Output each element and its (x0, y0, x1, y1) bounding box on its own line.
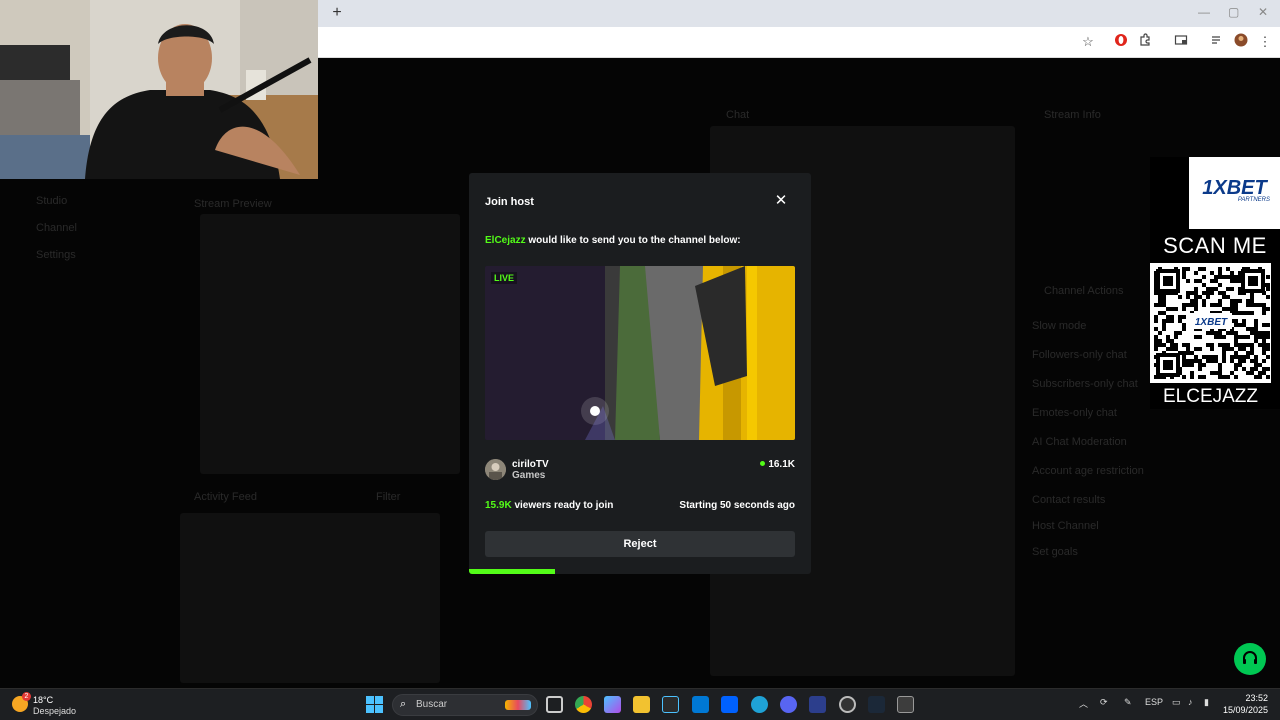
action-item[interactable]: Subscribers-only chat (1032, 378, 1138, 390)
channel-preview-thumbnail[interactable]: LIVE (485, 266, 795, 440)
support-chat-icon[interactable] (1234, 643, 1266, 675)
action-item[interactable]: AI Chat Moderation (1032, 436, 1127, 448)
sidebar-item-studio[interactable]: Studio (36, 195, 67, 207)
calculator-icon[interactable] (897, 696, 914, 713)
sponsor-logo-sub: PARTNERS (1237, 197, 1270, 203)
chat-label: Chat (726, 109, 750, 121)
new-tab-button[interactable]: + (328, 4, 346, 22)
webcam-overlay (0, 0, 318, 179)
language-indicator[interactable]: ESP (1145, 697, 1163, 707)
dropbox-icon[interactable] (721, 696, 738, 713)
browser-menu-icon[interactable]: ⋮ (1256, 33, 1274, 51)
windows-start-icon[interactable] (366, 696, 383, 713)
system-clock[interactable]: 23:52 15/09/2025 (1223, 692, 1268, 716)
outlook-icon[interactable] (692, 696, 709, 713)
discord-icon[interactable] (780, 696, 797, 713)
taskbar-search-input[interactable]: ⌕ Buscar (392, 694, 538, 716)
stream-info-label: Stream Info (1044, 109, 1101, 121)
action-item[interactable]: Contact results (1032, 494, 1105, 506)
modal-title: Join host (485, 196, 534, 208)
stream-preview (200, 214, 460, 474)
qr-code: 1XBET (1150, 263, 1271, 383)
media-queue-icon[interactable] (1208, 33, 1226, 51)
sidebar-item-settings[interactable]: Settings (36, 249, 76, 261)
tray-overflow-icon[interactable]: ︿ (1079, 697, 1088, 710)
host-name-link[interactable]: ElCejazz (485, 235, 526, 246)
activity-filter[interactable]: Filter (376, 491, 400, 503)
starting-text: Starting 50 seconds ago (679, 500, 795, 511)
streamer-name-label: ELCEJAZZ (1162, 386, 1259, 407)
bookmark-star-icon[interactable]: ☆ (1079, 33, 1097, 51)
action-item[interactable]: Followers-only chat (1032, 349, 1127, 361)
host-message-text: would like to send you to the channel be… (528, 235, 741, 246)
edge-icon[interactable] (751, 696, 768, 713)
activity-feed (180, 513, 440, 683)
live-viewer-count: 16.1K (760, 459, 795, 470)
ready-count: 15.9K (485, 500, 512, 511)
screen: Studio Channel Settings Stream Preview A… (0, 0, 1280, 720)
search-highlight-icon (505, 700, 531, 710)
channel-avatar (485, 459, 506, 480)
browser-tabstrip: + — ▢ ✕ (318, 0, 1280, 27)
tray-sync-icon[interactable]: ⟳ (1100, 697, 1108, 708)
search-icon: ⌕ (400, 698, 407, 710)
activity-feed-label: Activity Feed (194, 491, 257, 503)
join-host-modal: Join host ✕ ElCejazz would like to send … (469, 173, 811, 574)
sidebar-item-channel[interactable]: Channel (36, 222, 77, 234)
action-item[interactable]: Emotes-only chat (1032, 407, 1117, 419)
network-icon[interactable]: ▭ (1172, 697, 1181, 708)
profile-avatar[interactable] (1232, 33, 1250, 51)
host-message: ElCejazz would like to send you to the c… (485, 235, 741, 246)
copilot-icon[interactable] (604, 696, 621, 713)
qr-inner-label: 1XBET (1195, 317, 1228, 328)
maximize-button[interactable]: ▢ (1228, 5, 1239, 19)
close-window-button[interactable]: ✕ (1258, 5, 1268, 19)
scan-me-label: SCAN ME (1163, 233, 1267, 258)
minimize-button[interactable]: — (1198, 5, 1210, 19)
steam-icon[interactable] (868, 696, 885, 713)
countdown-progress-fill (469, 569, 555, 574)
browser-toolbar: ☆ ⋮ (318, 27, 1280, 58)
task-view-icon[interactable] (546, 696, 563, 713)
channel-actions-label: Channel Actions (1044, 285, 1124, 297)
clock-time: 23:52 (1245, 693, 1268, 703)
volume-icon[interactable]: ♪ (1188, 697, 1193, 707)
ready-suffix: viewers ready to join (514, 500, 614, 511)
live-badge: LIVE (491, 272, 518, 284)
cast-icon[interactable] (1172, 33, 1190, 51)
file-explorer-icon[interactable] (633, 696, 650, 713)
tray-pen-icon[interactable]: ✎ (1124, 697, 1132, 708)
app-icon[interactable] (809, 696, 826, 713)
action-item[interactable]: Host Channel (1032, 520, 1099, 532)
chrome-icon[interactable] (575, 696, 592, 713)
weather-desc: Despejado (33, 706, 77, 716)
sponsor-qr-panel: 1XBET PARTNERS SCAN ME 1XBET ELCEJAZZ (1150, 157, 1280, 409)
channel-category[interactable]: Games (512, 470, 545, 481)
weather-alert-badge: 2 (22, 692, 31, 701)
reject-button[interactable]: Reject (485, 531, 795, 557)
action-item[interactable]: Account age restriction (1032, 465, 1144, 477)
obs-icon[interactable] (839, 696, 856, 713)
extensions-puzzle-icon[interactable] (1136, 33, 1154, 51)
stream-preview-label: Stream Preview (194, 198, 272, 210)
countdown-progress-bar (469, 569, 811, 574)
viewer-count-value: 16.1K (768, 459, 795, 470)
windows-taskbar: 2 18°C Despejado ⌕ Buscar ︿ ⟳ ✎ ESP ▭ ♪ … (0, 688, 1280, 720)
live-dot-icon (760, 461, 766, 466)
opera-extension-icon[interactable] (1112, 33, 1130, 51)
search-placeholder: Buscar (416, 699, 448, 710)
clock-date: 15/09/2025 (1222, 705, 1268, 715)
preview-image (485, 266, 795, 440)
battery-icon[interactable]: ▮ (1204, 697, 1209, 708)
ready-viewers: 15.9K viewers ready to join (485, 500, 613, 511)
weather-temp: 18°C (33, 695, 54, 705)
close-icon[interactable]: ✕ (773, 193, 789, 209)
sponsor-logo: 1XBET PARTNERS (1189, 157, 1280, 229)
webcam-image (0, 0, 318, 179)
store-icon[interactable] (662, 696, 679, 713)
action-item[interactable]: Slow mode (1032, 320, 1086, 332)
action-item[interactable]: Set goals (1032, 546, 1078, 558)
channel-name[interactable]: ciriloTV (512, 459, 549, 470)
